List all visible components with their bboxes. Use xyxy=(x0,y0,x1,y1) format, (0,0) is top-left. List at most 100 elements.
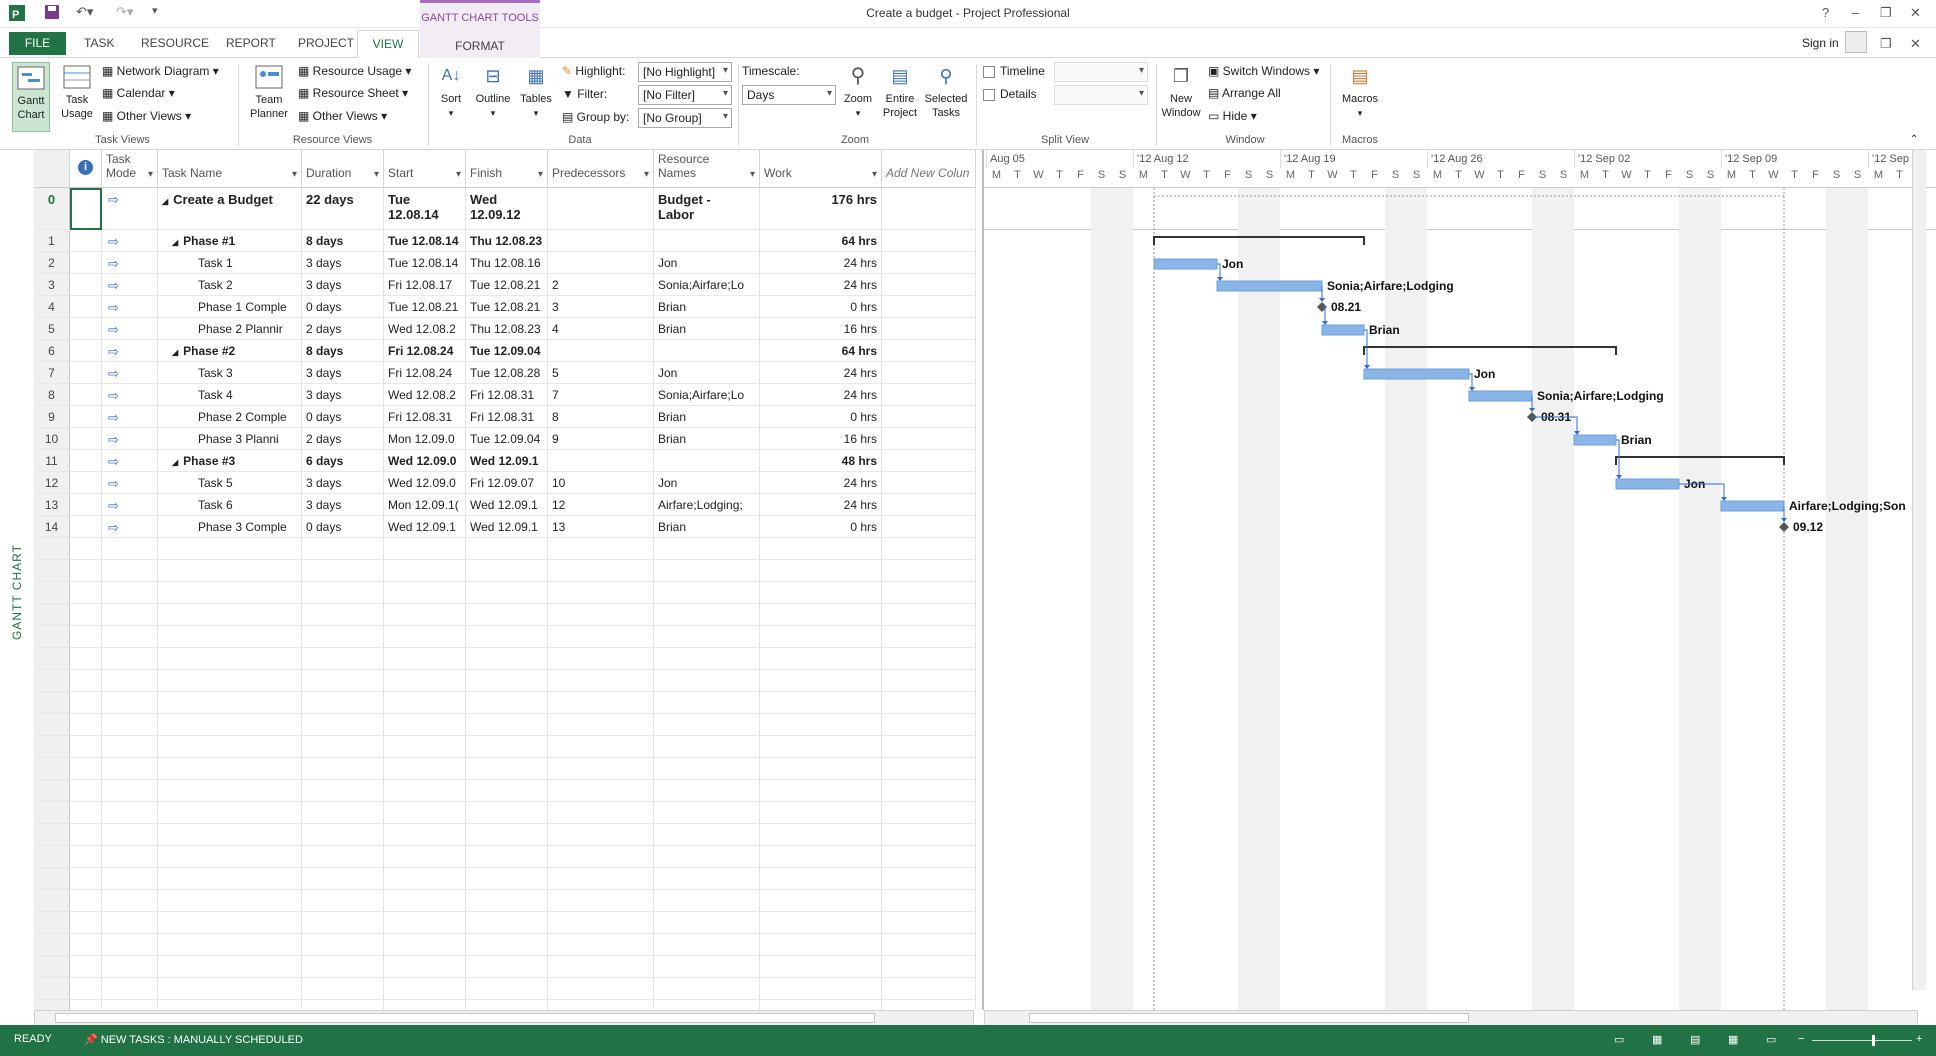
empty-cell[interactable] xyxy=(548,1000,654,1010)
empty-cell[interactable] xyxy=(34,1000,70,1010)
empty-cell[interactable] xyxy=(760,560,882,582)
empty-cell[interactable] xyxy=(102,648,158,670)
empty-cell[interactable] xyxy=(654,758,760,780)
empty-cell[interactable] xyxy=(102,604,158,626)
empty-cell[interactable] xyxy=(760,802,882,824)
empty-cell[interactable] xyxy=(882,736,976,758)
predecessors-cell[interactable]: 4 xyxy=(548,318,654,340)
empty-cell[interactable] xyxy=(34,780,70,802)
chart-vertical-scrollbar[interactable] xyxy=(1912,150,1926,990)
empty-cell[interactable] xyxy=(882,802,976,824)
empty-cell[interactable] xyxy=(548,648,654,670)
indicator-cell[interactable] xyxy=(70,340,102,362)
empty-cell[interactable] xyxy=(70,626,102,648)
empty-cell[interactable] xyxy=(34,538,70,560)
empty-cell[interactable] xyxy=(70,934,102,956)
empty-cell[interactable] xyxy=(466,714,548,736)
empty-cell[interactable] xyxy=(466,802,548,824)
empty-cell[interactable] xyxy=(102,846,158,868)
add-new-cell[interactable] xyxy=(882,362,976,384)
entire-project-button[interactable]: ▤ Entire Project xyxy=(878,62,922,132)
filter-dropdown[interactable]: [No Filter] xyxy=(638,85,732,105)
empty-cell[interactable] xyxy=(466,758,548,780)
row-number[interactable]: 1 xyxy=(34,230,70,252)
indicator-cell[interactable] xyxy=(70,188,102,230)
indicator-cell[interactable] xyxy=(70,318,102,340)
empty-cell[interactable] xyxy=(158,934,302,956)
empty-cell[interactable] xyxy=(158,714,302,736)
duration-cell[interactable]: 3 days xyxy=(302,274,384,296)
indicator-cell[interactable] xyxy=(70,384,102,406)
empty-cell[interactable] xyxy=(548,670,654,692)
hide-button[interactable]: ▭ Hide ▾ xyxy=(1208,109,1257,123)
work-cell[interactable]: 176 hrs xyxy=(760,188,882,230)
row-number[interactable]: 3 xyxy=(34,274,70,296)
task-other-views-button[interactable]: ▦ Other Views ▾ xyxy=(102,109,191,123)
column-task-name[interactable]: Task Name ▾ xyxy=(158,150,302,188)
empty-cell[interactable] xyxy=(760,626,882,648)
empty-cell[interactable] xyxy=(548,626,654,648)
zoom-button[interactable]: ⚲ Zoom ▾ xyxy=(840,62,876,132)
empty-cell[interactable] xyxy=(548,758,654,780)
resource-names-cell[interactable]: Brian xyxy=(654,406,760,428)
macros-button[interactable]: ▤ Macros ▾ xyxy=(1336,62,1384,132)
add-new-cell[interactable] xyxy=(882,472,976,494)
empty-cell[interactable] xyxy=(384,692,466,714)
empty-cell[interactable] xyxy=(384,560,466,582)
empty-cell[interactable] xyxy=(654,604,760,626)
team-planner-button[interactable]: Team Planner xyxy=(246,62,292,132)
empty-cell[interactable] xyxy=(882,934,976,956)
empty-cell[interactable] xyxy=(548,560,654,582)
empty-cell[interactable] xyxy=(760,670,882,692)
empty-cell[interactable] xyxy=(548,956,654,978)
task-name-cell[interactable]: Task 3 xyxy=(158,362,302,384)
empty-cell[interactable] xyxy=(302,736,384,758)
empty-cell[interactable] xyxy=(34,560,70,582)
empty-cell[interactable] xyxy=(760,736,882,758)
task-bar[interactable] xyxy=(1720,500,1785,512)
duration-cell[interactable]: 3 days xyxy=(302,472,384,494)
empty-cell[interactable] xyxy=(302,714,384,736)
start-cell[interactable]: Tue 12.08.14 xyxy=(384,188,466,230)
tab-report[interactable]: REPORT xyxy=(226,36,276,50)
calendar-button[interactable]: ▦ Calendar ▾ xyxy=(102,86,175,100)
empty-cell[interactable] xyxy=(760,604,882,626)
sign-in-link[interactable]: Sign in xyxy=(1802,36,1839,50)
empty-cell[interactable] xyxy=(654,736,760,758)
row-number[interactable]: 8 xyxy=(34,384,70,406)
duration-cell[interactable]: 0 days xyxy=(302,516,384,538)
empty-cell[interactable] xyxy=(70,714,102,736)
empty-cell[interactable] xyxy=(34,824,70,846)
predecessors-cell[interactable]: 9 xyxy=(548,428,654,450)
empty-cell[interactable] xyxy=(102,692,158,714)
empty-cell[interactable] xyxy=(466,736,548,758)
empty-cell[interactable] xyxy=(34,626,70,648)
empty-cell[interactable] xyxy=(654,692,760,714)
empty-cell[interactable] xyxy=(70,670,102,692)
empty-cell[interactable] xyxy=(654,714,760,736)
empty-cell[interactable] xyxy=(882,670,976,692)
start-cell[interactable]: Fri 12.08.17 xyxy=(384,274,466,296)
ribbon-close-icon[interactable]: ✕ xyxy=(1910,36,1921,52)
empty-cell[interactable] xyxy=(466,934,548,956)
task-name-cell[interactable]: ◢ Phase #2 xyxy=(158,340,302,362)
duration-cell[interactable]: 8 days xyxy=(302,230,384,252)
add-new-cell[interactable] xyxy=(882,406,976,428)
resource-names-cell[interactable]: Brian xyxy=(654,516,760,538)
ribbon-restore-icon[interactable]: ❐ xyxy=(1880,36,1892,52)
tab-view[interactable]: VIEW xyxy=(357,30,419,59)
empty-cell[interactable] xyxy=(302,890,384,912)
start-cell[interactable]: Mon 12.09.0 xyxy=(384,428,466,450)
start-cell[interactable]: Mon 12.09.1( xyxy=(384,494,466,516)
predecessors-cell[interactable] xyxy=(548,230,654,252)
task-name-cell[interactable]: Task 2 xyxy=(158,274,302,296)
work-cell[interactable]: 64 hrs xyxy=(760,230,882,252)
empty-cell[interactable] xyxy=(654,538,760,560)
empty-cell[interactable] xyxy=(548,692,654,714)
empty-cell[interactable] xyxy=(102,780,158,802)
empty-cell[interactable] xyxy=(384,670,466,692)
empty-cell[interactable] xyxy=(302,802,384,824)
empty-cell[interactable] xyxy=(466,560,548,582)
task-name-cell[interactable]: Phase 3 Comple xyxy=(158,516,302,538)
start-cell[interactable]: Wed 12.09.0 xyxy=(384,472,466,494)
